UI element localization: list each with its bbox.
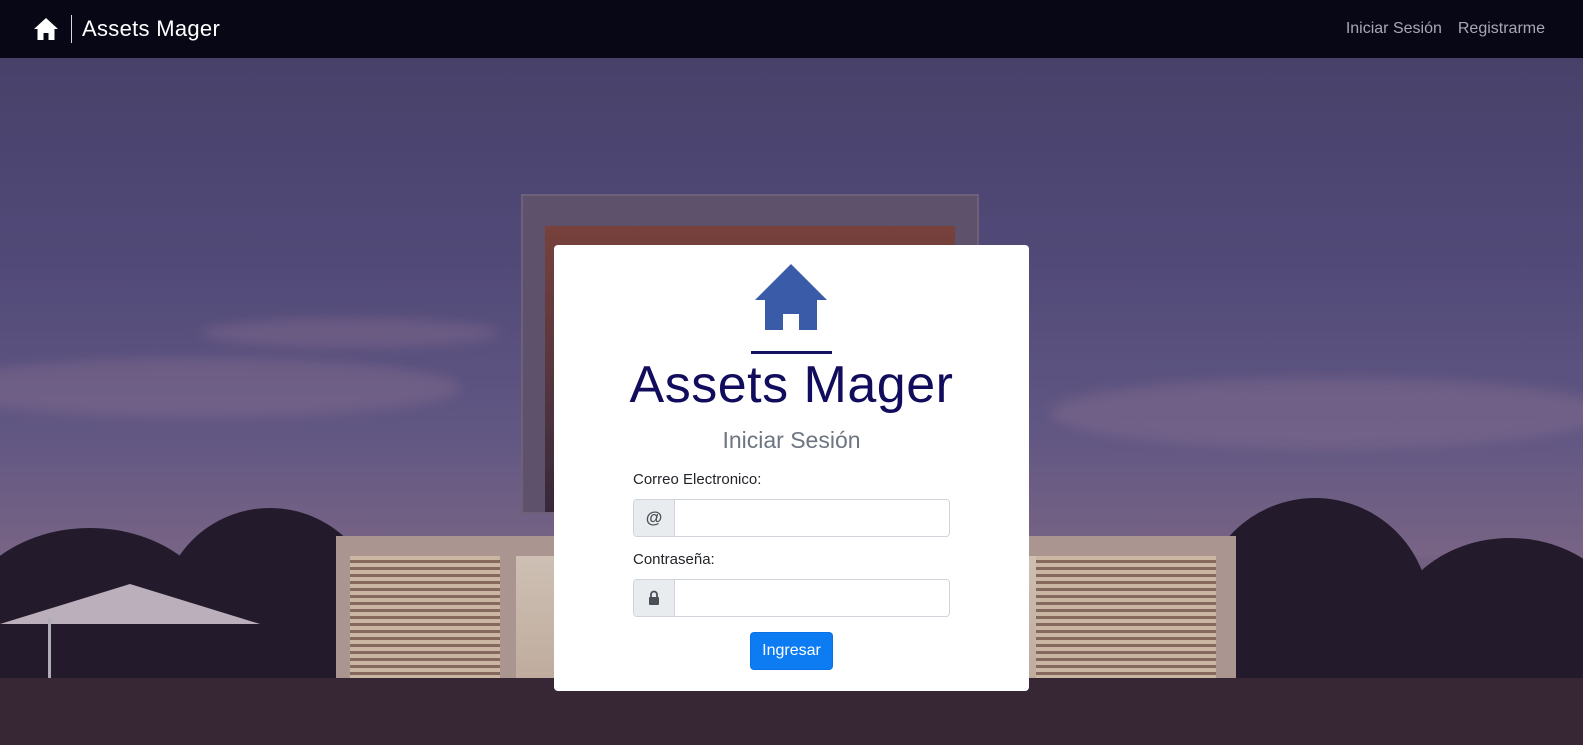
email-label: Correo Electronico:: [633, 471, 762, 488]
navbar-links: Iniciar Sesión Registrarme: [1346, 20, 1545, 38]
navbar-brand[interactable]: Assets Mager: [33, 15, 220, 43]
login-card: Assets Mager Iniciar Sesión Correo Elect…: [554, 245, 1029, 691]
brand-separator: [71, 15, 72, 43]
title-divider: [751, 351, 832, 354]
email-input-group: @: [633, 499, 950, 537]
app-title: Assets Mager: [629, 356, 954, 414]
login-submit-button[interactable]: Ingresar: [750, 632, 833, 670]
top-navbar: Assets Mager Iniciar Sesión Registrarme: [0, 0, 1583, 58]
home-icon: [34, 18, 58, 40]
home-icon: [755, 264, 827, 330]
nav-link-login[interactable]: Iniciar Sesión: [1346, 20, 1442, 38]
brand-name: Assets Mager: [82, 16, 221, 41]
nav-link-register[interactable]: Registrarme: [1458, 20, 1545, 38]
password-input-group: [633, 579, 950, 617]
password-field[interactable]: [675, 580, 949, 616]
email-field[interactable]: [675, 500, 949, 536]
lock-icon: [634, 580, 675, 616]
at-sign-addon: @: [634, 500, 675, 536]
password-label: Contraseña:: [633, 551, 715, 568]
login-heading: Iniciar Sesión: [722, 427, 861, 453]
